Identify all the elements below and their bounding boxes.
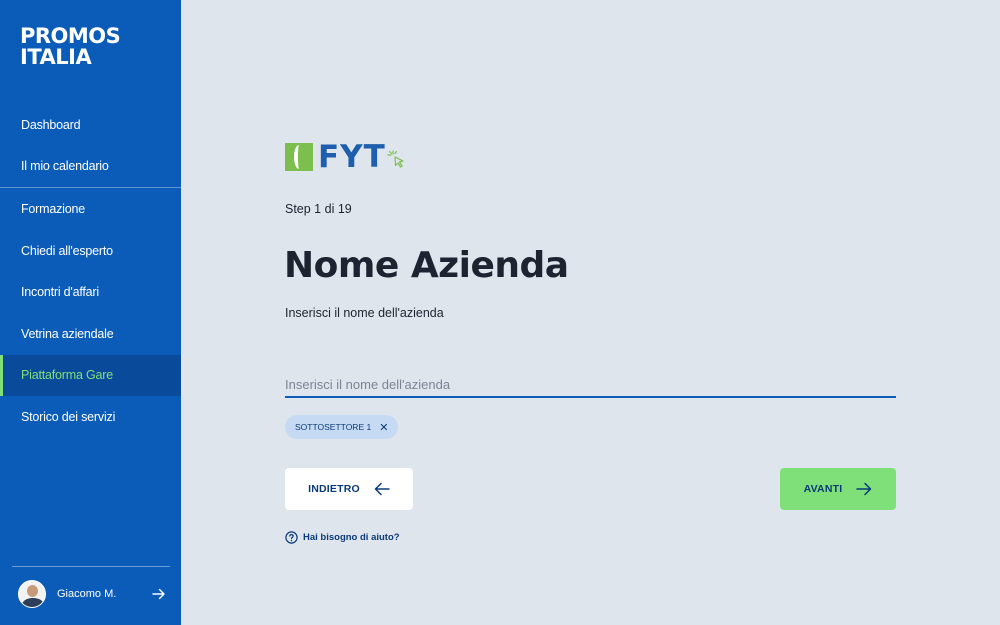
sidebar-item-label: Il mio calendario <box>21 159 109 174</box>
sidebar-item-label: Storico dei servizi <box>21 409 116 424</box>
help-link[interactable]: Hai bisogno di aiuto? <box>285 531 400 544</box>
sidebar-item-label: Piattaforma Gare <box>21 368 113 383</box>
fyt-logo-text: FYT <box>318 139 386 175</box>
subsector-chip[interactable]: SOTTOSETTORE 1 ✕ <box>285 415 399 439</box>
page-title: Nome Azienda <box>284 245 569 286</box>
chip-label: SOTTOSETTORE 1 <box>295 422 372 432</box>
arrow-right-icon <box>856 482 872 496</box>
user-profile[interactable]: Giacomo M. <box>18 579 166 609</box>
cursor-click-icon <box>387 150 404 168</box>
sidebar: PROMOS ITALIA Dashboard Il mio calendari… <box>0 0 181 625</box>
page-subtitle: Inserisci il nome dell'azienda <box>285 306 444 320</box>
back-button-label: INDIETRO <box>308 483 360 495</box>
sidebar-item-calendario[interactable]: Il mio calendario <box>0 146 181 188</box>
sidebar-item-label: Chiedi all'esperto <box>21 243 113 258</box>
fyt-logo: FYT <box>285 139 405 175</box>
help-circle-icon <box>285 531 298 544</box>
step-indicator: Step 1 di 19 <box>285 202 352 216</box>
sidebar-item-esperto[interactable]: Chiedi all'esperto <box>0 230 181 272</box>
sidebar-item-formazione[interactable]: Formazione <box>0 188 181 230</box>
user-name: Giacomo M. <box>57 588 117 600</box>
close-icon[interactable]: ✕ <box>379 421 388 434</box>
back-button[interactable]: INDIETRO <box>285 468 413 510</box>
next-button-label: AVANTI <box>803 483 843 495</box>
promos-italia-logo[interactable]: PROMOS ITALIA <box>20 26 121 69</box>
sidebar-item-vetrina[interactable]: Vetrina aziendale <box>0 313 181 355</box>
help-link-label: Hai bisogno di aiuto? <box>303 532 400 543</box>
sidebar-item-label: Incontri d'affari <box>21 285 99 300</box>
sidebar-item-incontri[interactable]: Incontri d'affari <box>0 271 181 313</box>
sidebar-item-storico[interactable]: Storico dei servizi <box>0 396 181 438</box>
sidebar-item-piattaforma-gare[interactable]: Piattaforma Gare <box>0 354 181 397</box>
arrow-right-icon[interactable] <box>152 587 166 601</box>
fyt-logo-mark <box>285 143 313 171</box>
next-button[interactable]: AVANTI <box>780 468 896 510</box>
sidebar-item-label: Formazione <box>21 201 85 216</box>
sidebar-nav: Dashboard Il mio calendario Formazione C… <box>0 104 181 438</box>
arrow-left-icon <box>374 482 390 496</box>
sidebar-item-label: Dashboard <box>21 117 81 132</box>
brand-line-2: ITALIA <box>20 45 92 69</box>
sidebar-item-label: Vetrina aziendale <box>21 326 114 341</box>
avatar[interactable] <box>18 580 46 608</box>
company-name-input[interactable] <box>285 372 896 398</box>
sidebar-item-dashboard[interactable]: Dashboard <box>0 104 181 146</box>
sidebar-bottom-divider <box>12 566 170 567</box>
